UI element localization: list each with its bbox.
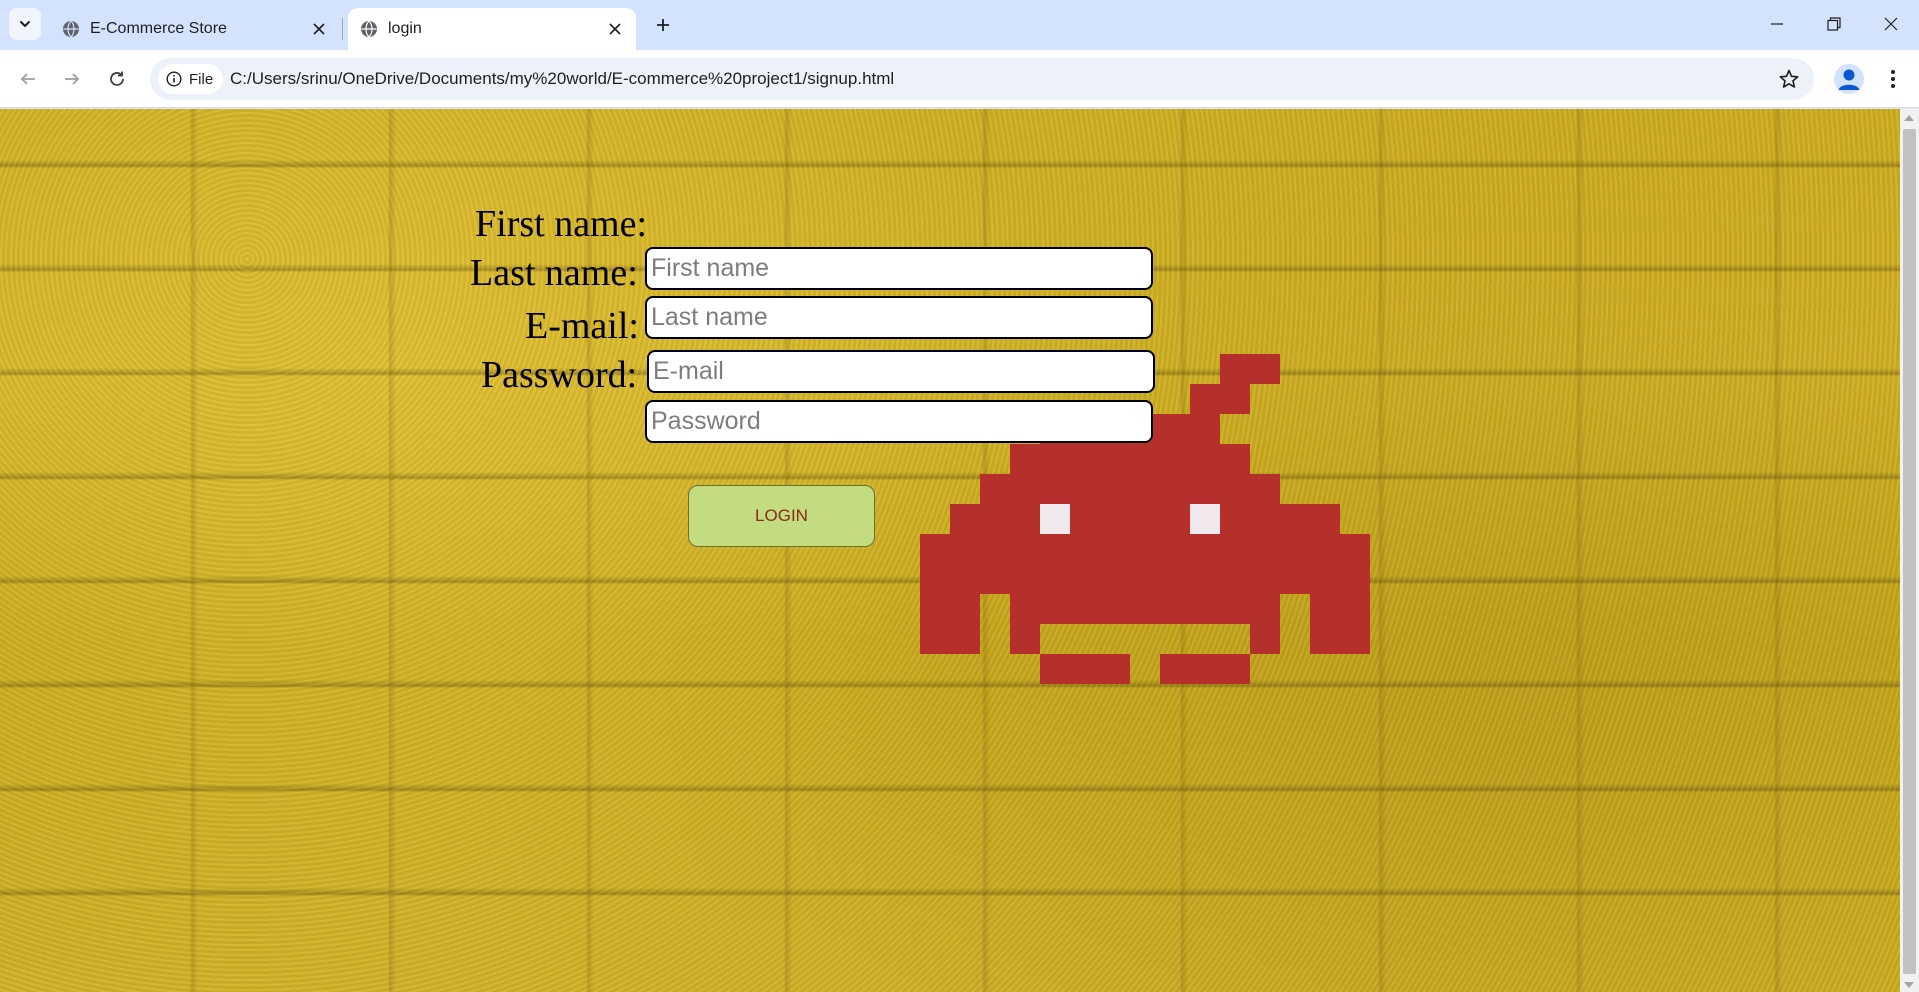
new-tab-button[interactable] [650,12,676,38]
profile-button[interactable] [1834,64,1864,94]
close-icon [609,23,621,35]
info-icon [166,71,182,87]
tab-separator [342,18,343,40]
browser-menu-button[interactable] [1880,64,1906,94]
login-button[interactable]: LOGIN [688,485,875,547]
scroll-down-arrow-icon[interactable] [1904,982,1914,988]
kebab-menu-icon [1891,70,1895,88]
first-name-label: First name: [475,203,648,245]
profile-icon [1838,69,1860,90]
minimize-button[interactable] [1748,0,1806,48]
restore-icon [1827,17,1841,31]
plus-icon [657,19,669,31]
back-arrow-icon [20,73,35,85]
tab-search-button[interactable] [9,8,41,40]
tab-strip: E-Commerce Store login [0,0,1919,50]
tab-title: E-Commerce Store [90,20,227,37]
password-label: Password: [481,354,638,396]
browser-toolbar: File C:/Users/srinu/OneDrive/Documents/m… [0,50,1919,108]
tab-login[interactable]: login [348,8,636,50]
star-icon[interactable] [1778,68,1800,90]
close-tab-button[interactable] [310,20,328,38]
url-text[interactable]: C:/Users/srinu/OneDrive/Documents/my%20w… [230,69,894,89]
scrollbar-thumb[interactable] [1903,129,1916,974]
restore-button[interactable] [1805,0,1863,48]
close-icon [1884,17,1898,31]
chevron-down-icon [20,21,30,27]
tab-title: login [388,20,422,37]
globe-icon [63,20,79,38]
email-input[interactable] [647,350,1155,393]
password-input[interactable] [645,400,1153,443]
forward-button[interactable] [56,63,88,95]
site-info-chip[interactable]: File [158,64,224,94]
window-close-button[interactable] [1862,0,1919,48]
forward-arrow-icon [65,73,80,85]
close-tab-button[interactable] [606,20,624,38]
reload-icon [110,71,124,86]
scroll-up-arrow-icon[interactable] [1904,115,1914,121]
tab-ecommerce-store[interactable]: E-Commerce Store [50,8,340,50]
first-name-input[interactable] [645,247,1153,290]
reload-button[interactable] [101,63,133,95]
site-chip-label: File [189,70,214,88]
close-icon [313,23,325,35]
globe-icon [361,20,377,38]
page-viewport: First name: Last name: E-mail: Password:… [0,109,1900,992]
page-scrollbar[interactable] [1900,109,1919,992]
last-name-label: Last name: [470,252,638,294]
minimize-icon [1771,23,1783,25]
email-label: E-mail: [525,305,639,347]
back-button[interactable] [12,63,44,95]
address-bar[interactable]: File C:/Users/srinu/OneDrive/Documents/m… [150,58,1814,100]
last-name-input[interactable] [645,296,1153,339]
